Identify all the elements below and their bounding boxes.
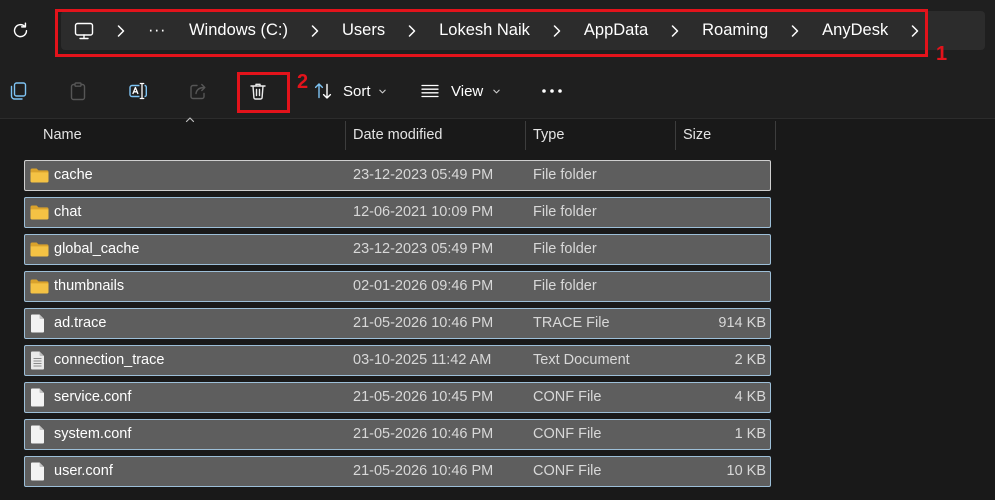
sort-icon (313, 81, 333, 101)
annotation-box-address-bar (55, 9, 928, 57)
sort-button[interactable]: Sort (311, 71, 387, 111)
file-size: 1 KB (734, 426, 766, 442)
file-date-modified: 02-01-2026 09:46 PM (353, 278, 494, 294)
file-icon (30, 309, 45, 338)
column-header-size[interactable]: Size (675, 120, 775, 150)
file-type: CONF File (533, 463, 602, 479)
file-list: cache 23-12-2023 05:49 PM File folder chat 1… (24, 160, 771, 490)
column-header-name[interactable]: Name (24, 120, 345, 150)
file-date-modified: 23-12-2023 05:49 PM (353, 167, 494, 183)
annotation-box-delete-button (237, 72, 290, 113)
file-row[interactable]: system.conf 21-05-2026 10:46 PM CONF File 1… (24, 419, 771, 450)
column-divider[interactable] (775, 121, 776, 150)
chevron-down-icon (378, 87, 387, 96)
sort-label: Sort (343, 82, 371, 100)
file-row[interactable]: connection_trace 03-10-2025 11:42 AM Text … (24, 345, 771, 376)
file-name: system.conf (54, 426, 132, 442)
file-name: connection_trace (54, 352, 165, 368)
annotation-label-2: 2 (297, 71, 309, 93)
rename-button[interactable] (120, 71, 156, 111)
file-size: 2 KB (734, 352, 766, 368)
file-type: CONF File (533, 426, 602, 442)
file-type: File folder (533, 241, 597, 257)
file-size: 10 KB (726, 463, 767, 479)
file-icon (30, 457, 45, 486)
file-type: File folder (533, 204, 597, 220)
sort-chevron-up-icon (185, 116, 195, 123)
file-row[interactable]: cache 23-12-2023 05:49 PM File folder (24, 160, 771, 191)
file-date-modified: 21-05-2026 10:46 PM (353, 315, 494, 331)
file-name: service.conf (54, 389, 132, 405)
annotation-label-1: 1 (936, 43, 948, 65)
file-type: TRACE File (533, 315, 610, 331)
column-header-type[interactable]: Type (525, 120, 675, 150)
view-icon (420, 81, 440, 101)
file-icon (30, 383, 45, 412)
copy-button[interactable] (0, 71, 36, 111)
file-date-modified: 21-05-2026 10:46 PM (353, 426, 494, 442)
file-date-modified: 23-12-2023 05:49 PM (353, 241, 494, 257)
file-name: ad.trace (54, 315, 107, 331)
folder-icon (30, 198, 49, 227)
file-row[interactable]: ad.trace 21-05-2026 10:46 PM TRACE File 914… (24, 308, 771, 339)
file-date-modified: 12-06-2021 10:09 PM (353, 204, 494, 220)
refresh-icon (11, 21, 30, 40)
column-header-date-modified[interactable]: Date modified (345, 120, 525, 150)
file-row[interactable]: chat 12-06-2021 10:09 PM File folder (24, 197, 771, 228)
file-size: 4 KB (734, 389, 766, 405)
file-icon (30, 420, 45, 449)
file-type: File folder (533, 167, 597, 183)
paste-button[interactable] (60, 71, 96, 111)
view-button[interactable]: View (418, 71, 501, 111)
chevron-down-icon (492, 87, 501, 96)
file-name: global_cache (54, 241, 140, 257)
file-name: thumbnails (54, 278, 125, 294)
file-row[interactable]: global_cache 23-12-2023 05:49 PM File fold… (24, 234, 771, 265)
text-file-icon (30, 346, 45, 375)
share-icon (188, 81, 208, 101)
folder-icon (30, 272, 49, 301)
file-name: user.conf (54, 463, 113, 479)
file-row[interactable]: thumbnails 02-01-2026 09:46 PM File folder (24, 271, 771, 302)
view-label: View (451, 82, 484, 100)
folder-icon (30, 235, 49, 264)
share-button[interactable] (180, 71, 216, 111)
copy-icon (8, 81, 28, 101)
folder-icon (30, 161, 49, 190)
rename-icon (128, 81, 148, 101)
file-date-modified: 03-10-2025 11:42 AM (353, 352, 492, 368)
refresh-button[interactable] (6, 16, 34, 44)
paste-icon (68, 81, 88, 101)
file-type: Text Document (533, 352, 630, 368)
file-row[interactable]: user.conf 21-05-2026 10:46 PM CONF File 10 … (24, 456, 771, 487)
file-explorer-window: ··· Windows (C:) Users Lokesh Naik AppData R… (0, 0, 995, 500)
file-row[interactable]: service.conf 21-05-2026 10:45 PM CONF File… (24, 382, 771, 413)
more-options-icon (541, 88, 563, 94)
file-name: cache (54, 167, 93, 183)
file-date-modified: 21-05-2026 10:46 PM (353, 463, 494, 479)
file-size: 914 KB (718, 315, 766, 331)
file-type: CONF File (533, 389, 602, 405)
more-options-button[interactable] (538, 71, 566, 111)
file-date-modified: 21-05-2026 10:45 PM (353, 389, 494, 405)
file-type: File folder (533, 278, 597, 294)
file-name: chat (54, 204, 82, 220)
